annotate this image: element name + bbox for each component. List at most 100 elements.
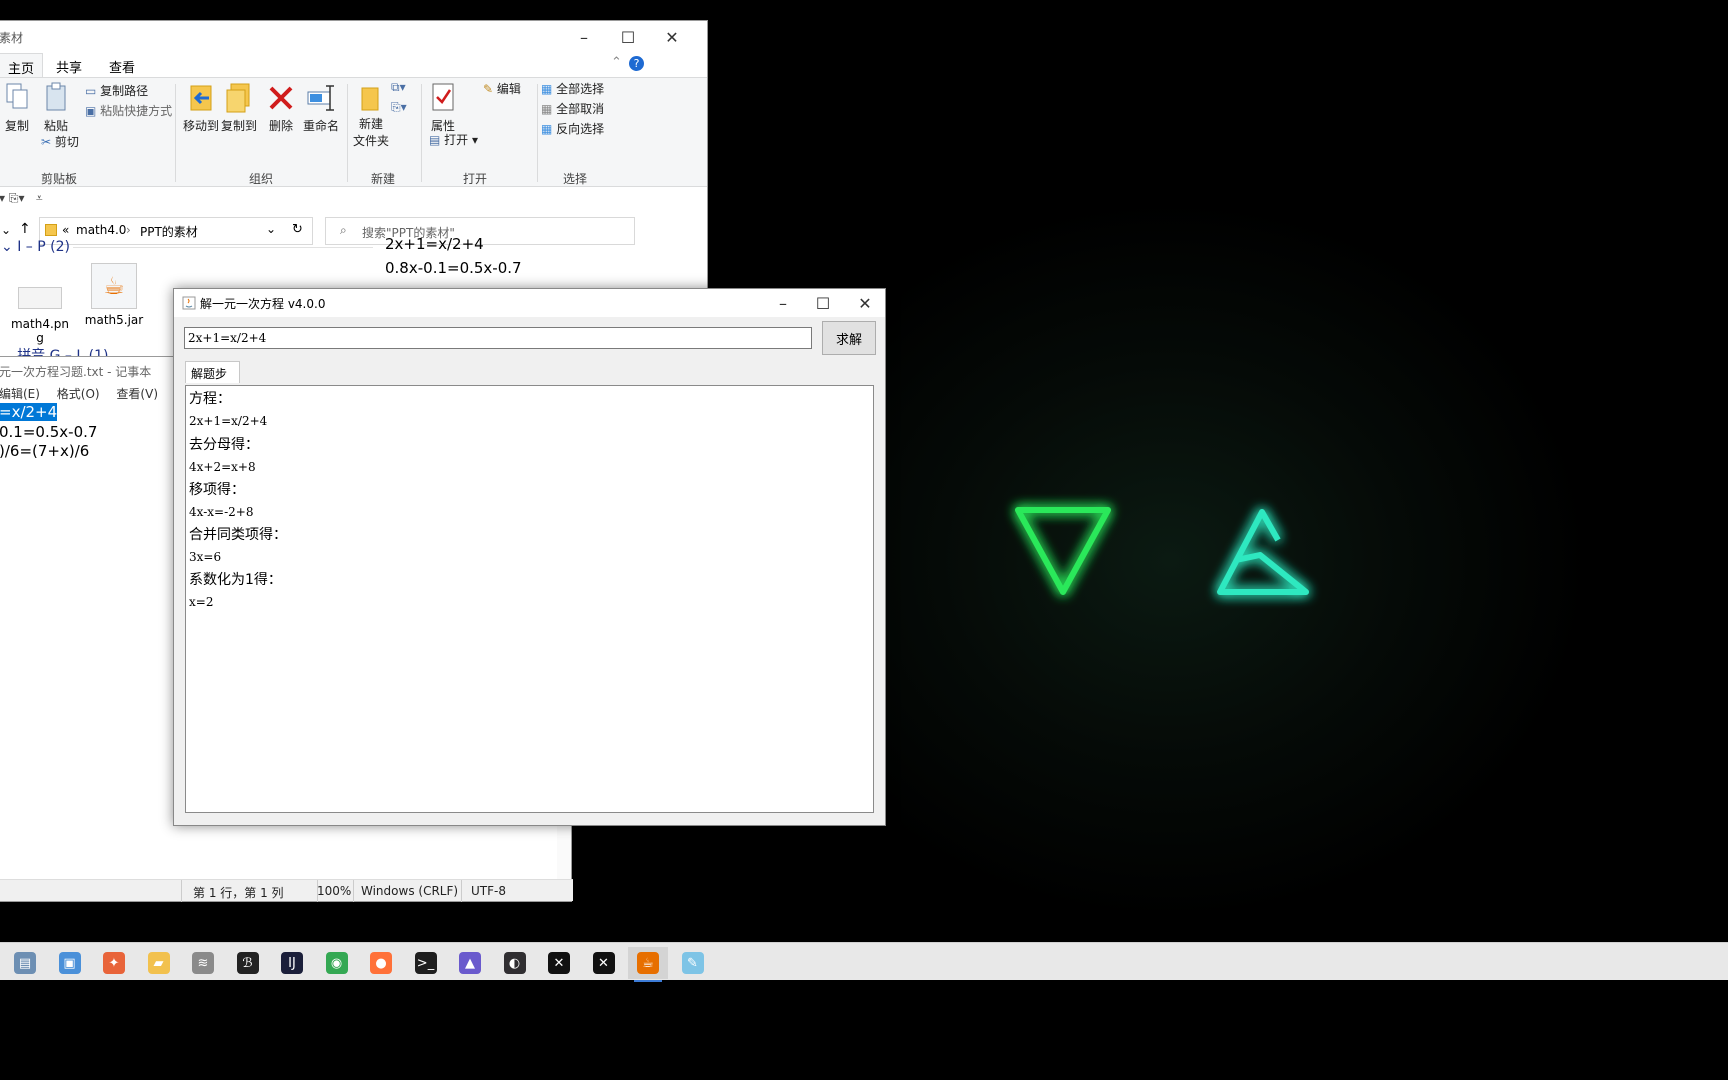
- properties-button[interactable]: 属性: [427, 82, 459, 134]
- minimize-icon[interactable]: –: [762, 289, 804, 317]
- taskbar-button[interactable]: ℬ: [228, 947, 268, 979]
- refresh-icon[interactable]: ↻: [292, 222, 303, 237]
- breadcrumb-math4[interactable]: math4.0: [76, 223, 126, 237]
- taskbar-button[interactable]: IJ: [272, 947, 312, 979]
- taskbar-button[interactable]: ✕: [539, 947, 579, 979]
- taskbar-button[interactable]: ▲: [450, 947, 490, 979]
- easy-access-icon[interactable]: ⎘▾: [391, 100, 407, 115]
- text-line[interactable]: 0.1=0.5x-0.7: [0, 423, 97, 441]
- maximize-icon[interactable]: ☐: [802, 289, 844, 317]
- taskbar-button[interactable]: ✦: [94, 947, 134, 979]
- paste-shortcut-button[interactable]: ▣ 粘贴快捷方式: [85, 102, 172, 119]
- open-icon: ▤: [429, 133, 441, 147]
- firefox-icon: ●: [370, 952, 392, 974]
- delete-button[interactable]: 删除: [265, 82, 297, 134]
- text-line-selected[interactable]: =x/2+4: [0, 403, 58, 421]
- step-expression: 3x=6: [189, 550, 222, 564]
- solution-steps-textarea[interactable]: 方程： 2x+1=x/2+4 去分母得： 4x+2=x+8 移项得： 4x-x=…: [185, 385, 874, 813]
- taskbar-button[interactable]: ◉: [317, 947, 357, 979]
- equation-input[interactable]: [184, 327, 812, 349]
- taskbar-button[interactable]: ≋: [183, 947, 223, 979]
- step-heading: 合并同类项得：: [189, 527, 287, 543]
- preview-line: 2x+1=x/2+4: [385, 235, 484, 253]
- ribbon: 复制 粘贴 ▭ 复制路径 ▣ 粘贴快捷方式 ✂ 剪切 剪贴板 移动到 复制到 删…: [0, 77, 707, 187]
- taskbar-button[interactable]: ✎: [673, 947, 713, 979]
- notepad-icon: ✎: [681, 952, 704, 974]
- qat-properties-icon[interactable]: ▾ ⎘▾: [0, 191, 24, 205]
- tab-share[interactable]: 共享: [56, 57, 82, 76]
- fox-app-icon: ✦: [103, 952, 125, 974]
- group-select: 选择: [563, 172, 588, 186]
- search-icon: ⌕: [340, 223, 347, 237]
- group-divider: [73, 247, 373, 248]
- edit-button[interactable]: ✎ 编辑: [483, 80, 521, 97]
- move-to-button[interactable]: 移动到: [181, 82, 221, 134]
- breadcrumb-ppt[interactable]: PPT的素材: [140, 223, 198, 240]
- preview-line: 0.8x-0.1=0.5x-0.7: [385, 259, 522, 277]
- cut-button[interactable]: ✂ 剪切: [41, 133, 79, 150]
- menu-view[interactable]: 查看(V): [116, 387, 158, 401]
- solve-button[interactable]: 求解: [822, 321, 876, 355]
- address-bar[interactable]: « math4.0 › PPT的素材 ⌄ ↻: [39, 217, 313, 245]
- file-math5-jar[interactable]: ☕ math5.jar: [79, 263, 149, 327]
- chevron-down-icon[interactable]: ⌄: [266, 222, 276, 236]
- taskbar-button[interactable]: >_: [406, 947, 446, 979]
- collapse-ribbon-icon[interactable]: ⌃: [611, 55, 622, 70]
- select-all-icon: ▦: [541, 82, 553, 96]
- text-line[interactable]: )/6=(7+x)/6: [0, 442, 89, 460]
- scissors-icon: ✂: [41, 135, 52, 149]
- select-all-button[interactable]: ▦ 全部选择: [541, 80, 604, 97]
- taskbar-button[interactable]: ▣: [50, 947, 90, 979]
- explorer-titlebar: 素材 – ☐ ✕: [0, 21, 707, 53]
- ribbon-separator: [175, 84, 176, 182]
- encoding: UTF-8: [471, 884, 506, 898]
- taskbar-button[interactable]: ✕: [584, 947, 624, 979]
- taskbar-button[interactable]: ▤: [5, 947, 45, 979]
- solver-title: 解一元一次方程 v4.0.0: [200, 297, 326, 311]
- tab-solution-steps[interactable]: 解题步骤: [185, 361, 240, 398]
- up-arrow-icon[interactable]: ↑: [19, 221, 31, 237]
- menu-edit[interactable]: 编辑(E): [0, 387, 40, 401]
- paste-button[interactable]: 粘贴: [41, 82, 71, 134]
- select-none-button[interactable]: ▦ 全部取消: [541, 100, 604, 117]
- taskbar-button[interactable]: ●: [361, 947, 401, 979]
- nav-dropdown-icon[interactable]: ⌄: [1, 223, 11, 237]
- help-icon[interactable]: ?: [629, 56, 644, 71]
- invert-selection-button[interactable]: ▦ 反向选择: [541, 120, 604, 137]
- breadcrumb-root[interactable]: «: [62, 223, 69, 237]
- taskbar-button[interactable]: ▰: [139, 947, 179, 979]
- select-none-icon: ▦: [541, 102, 553, 116]
- taskbar-button[interactable]: ☕: [628, 947, 668, 982]
- close-icon[interactable]: ✕: [844, 289, 886, 317]
- taskbar-button[interactable]: ◐: [495, 947, 535, 979]
- open-button[interactable]: ▤ 打开 ▾: [429, 131, 478, 148]
- new-item-icon[interactable]: ⧉▾: [391, 80, 406, 95]
- qat-customize-icon[interactable]: ⩡: [36, 191, 43, 205]
- menu-format[interactable]: 格式(O): [57, 387, 100, 401]
- step-expression: 4x+2=x+8: [189, 460, 256, 474]
- terminal-icon: >_: [414, 952, 437, 974]
- copy-to-button[interactable]: 复制到: [219, 82, 259, 134]
- edit-pencil-icon: ✎: [483, 82, 494, 96]
- java-jar-icon: ☕: [91, 263, 137, 309]
- step-heading: 系数化为1得：: [189, 572, 282, 588]
- script-app-icon: ℬ: [236, 952, 259, 974]
- copy-path-button[interactable]: ▭ 复制路径: [85, 82, 148, 99]
- rename-button[interactable]: 重命名: [301, 82, 341, 134]
- tab-home[interactable]: 主页: [0, 53, 44, 77]
- step-heading: 移项得：: [189, 482, 245, 498]
- copy-icon: [6, 83, 28, 109]
- minimize-icon[interactable]: –: [561, 21, 607, 53]
- group-clipboard: 剪贴板: [41, 172, 78, 186]
- taskbar: ▤ ▣ ✦ ▰ ≋ ℬ IJ ◉ ● >_ ▲ ◐ ✕ ✕ ☕ ✎: [0, 942, 1728, 982]
- notepad-menubar: 编辑(E) 格式(O) 查看(V) 帮: [0, 385, 200, 402]
- group-header-i-p[interactable]: ⌄ I – P (2): [1, 239, 70, 255]
- file-math4-png[interactable]: math4.pn g: [5, 277, 75, 345]
- close-icon[interactable]: ✕: [649, 21, 695, 53]
- file-explorer-icon: ▰: [147, 952, 170, 974]
- new-folder-button[interactable]: 新建 文件夹: [351, 82, 391, 149]
- copy-button[interactable]: 复制: [3, 82, 31, 134]
- maximize-icon[interactable]: ☐: [605, 21, 651, 53]
- group-open: 打开: [463, 172, 488, 186]
- tab-view[interactable]: 查看: [109, 57, 135, 76]
